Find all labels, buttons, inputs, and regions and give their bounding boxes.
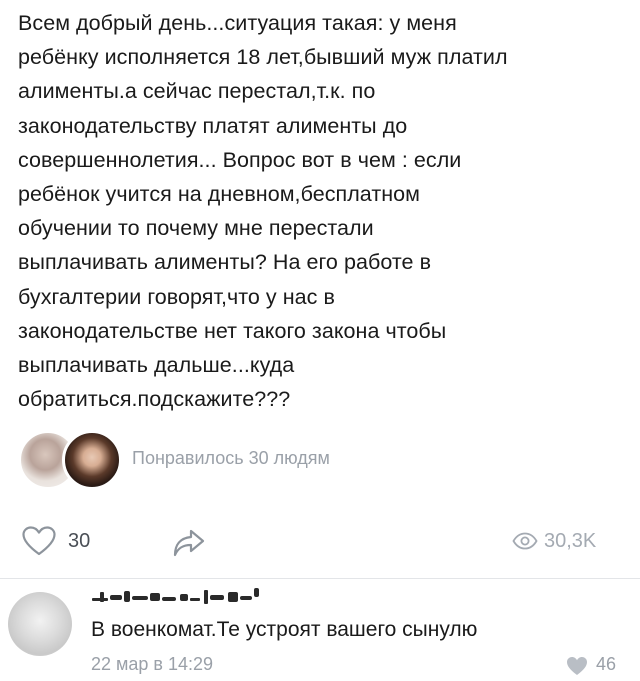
post-text-line: алименты.а сейчас перестал,т.к. по — [18, 79, 376, 104]
post-actions: 30 30,3K — [0, 520, 640, 564]
post-text-line: выплачивать алименты? На его работе в — [18, 250, 432, 275]
liked-by-row[interactable]: Понравилось 30 людям — [18, 428, 618, 492]
heart-icon[interactable] — [566, 656, 588, 676]
liker-avatar[interactable] — [62, 430, 122, 490]
eye-icon — [512, 532, 538, 550]
post-text-line: выплачивать дальше...куда — [18, 353, 295, 378]
comment: В военкомат.Те устроят вашего сынулю 22 … — [0, 580, 640, 681]
post-text-line: ребёнок учится на дневном,бесплатном — [18, 182, 420, 207]
views-count: 30,3K — [544, 530, 597, 552]
post-text-line: бухгалтерии говорят,что у нас в — [18, 284, 335, 309]
post-text-line: законодательстве нет такого закона чтобы — [18, 318, 447, 343]
comment-time: 22 мар в 14:29 — [91, 654, 214, 674]
divider — [0, 578, 640, 579]
comment-author-name-redacted[interactable] — [90, 584, 270, 610]
comment-text: В военкомат.Те устроят вашего сынулю — [91, 618, 478, 641]
post-text-line: Всем добрый день...ситуация такая: у мен… — [18, 11, 457, 35]
post-text-line: законодательству платят алименты до — [18, 113, 408, 138]
heart-icon[interactable] — [22, 526, 56, 556]
share-icon[interactable] — [172, 528, 206, 558]
post-text-line: совершеннолетия... Вопрос вот в чем : ес… — [18, 147, 462, 172]
post-text-line: обучении то почему мне перестали — [18, 216, 374, 241]
post-text-line: ребёнку исполняется 18 лет,бывший муж пл… — [18, 45, 508, 70]
post-text-line: обратиться.подскажите??? — [18, 387, 291, 412]
comment-likes-count: 46 — [596, 654, 617, 674]
liked-by-text[interactable]: Понравилось 30 людям — [132, 448, 330, 469]
likes-count: 30 — [68, 530, 91, 552]
post-text: Всем добрый день...ситуация такая: у мен… — [18, 6, 628, 416]
comment-author-avatar[interactable] — [8, 592, 72, 656]
